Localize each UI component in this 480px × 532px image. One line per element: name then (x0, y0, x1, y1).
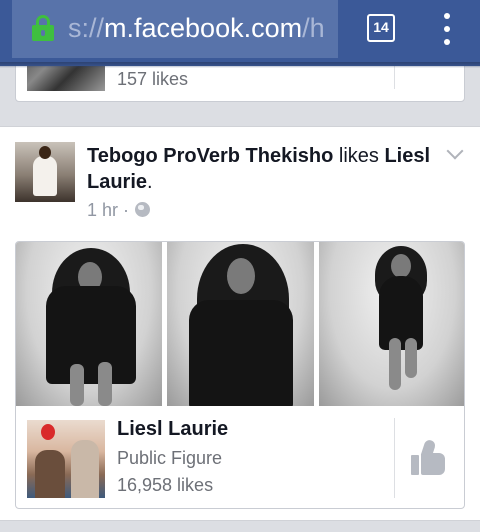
story-headline: Tebogo ProVerb Thekisho likes Liesl Laur… (87, 143, 447, 195)
meta-separator: · (123, 200, 130, 220)
story-timestamp[interactable]: 1 hr · (87, 200, 129, 221)
thumbs-up-icon[interactable] (411, 438, 447, 476)
url-host: m.facebook.com (104, 13, 303, 43)
url-text: s://m.facebook.com/h (68, 12, 325, 44)
cover-photo-1 (16, 242, 162, 406)
actor-avatar[interactable] (15, 142, 75, 202)
address-bar[interactable]: s://m.facebook.com/h (12, 0, 338, 58)
timestamp-text: 1 hr (87, 200, 119, 220)
story-verb: likes (338, 145, 379, 167)
tabs-icon[interactable]: 14 (367, 14, 395, 42)
page-name[interactable]: Liesl Laurie (117, 418, 228, 441)
url-scheme: s:// (68, 13, 105, 43)
feed-gap (0, 522, 480, 532)
chevron-down-icon[interactable] (446, 145, 464, 159)
divider (394, 418, 395, 498)
cover-photo-2 (167, 242, 314, 406)
overflow-menu-icon[interactable] (437, 13, 457, 45)
url-path: /h (302, 13, 325, 43)
headline-period: . (147, 171, 153, 193)
actor-name[interactable]: Tebogo ProVerb Thekisho (87, 145, 333, 167)
previous-page-likes: 157 likes (117, 69, 189, 89)
cover-photo-3 (319, 242, 464, 406)
page-profile-thumbnail (27, 420, 105, 498)
globe-icon (135, 202, 150, 217)
page-category: Public Figure (117, 448, 223, 468)
browser-toolbar: s://m.facebook.com/h 14 (0, 0, 480, 68)
page-likes-count: 16,958 likes (117, 475, 214, 495)
lock-icon (31, 15, 55, 41)
feed-story: Tebogo ProVerb Thekisho likes Liesl Laur… (0, 126, 480, 521)
page-attachment[interactable]: Liesl Laurie Public Figure 16,958 likes (15, 241, 465, 509)
